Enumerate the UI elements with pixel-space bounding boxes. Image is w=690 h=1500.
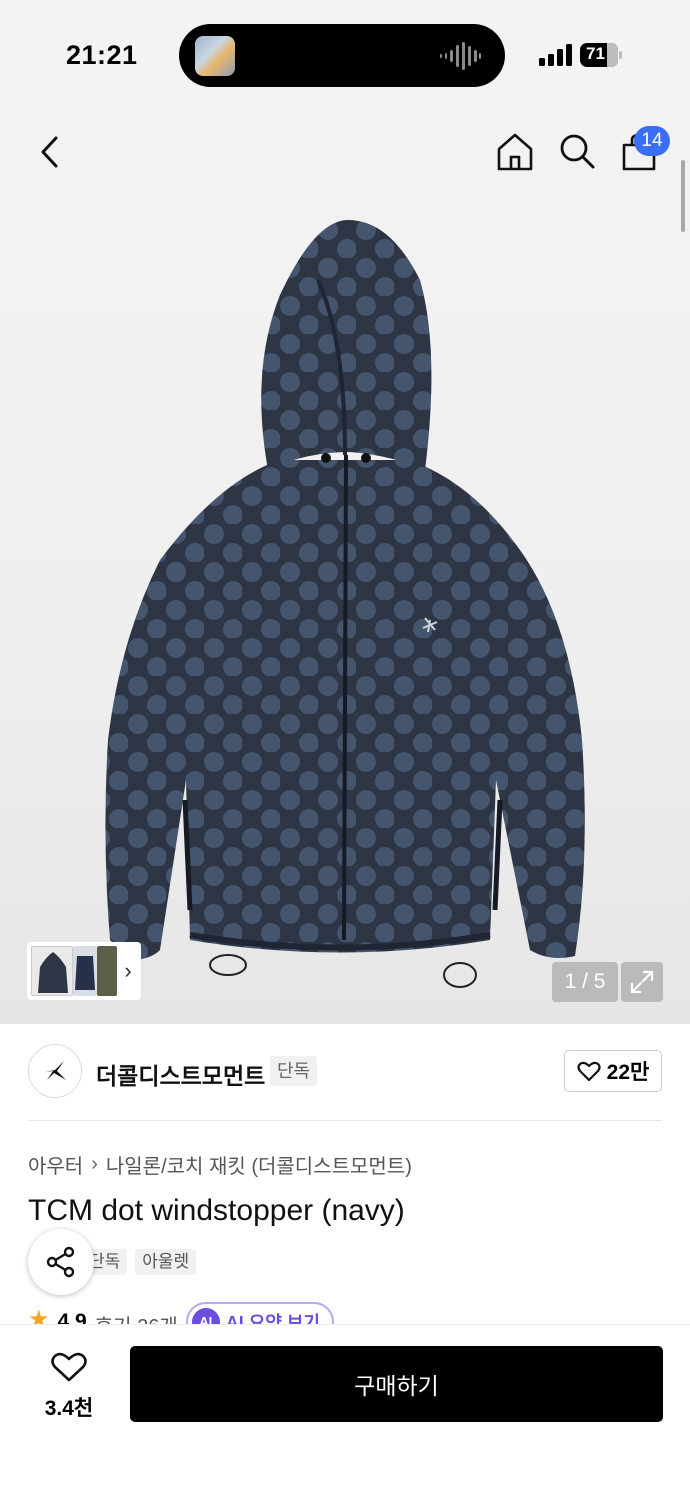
thumbnail-2[interactable]	[73, 946, 97, 996]
tag-outlet: 아울렛	[135, 1249, 197, 1275]
product-image[interactable]	[90, 220, 600, 1010]
breadcrumb-subcategory[interactable]: 나일론/코치 재킷 (더콜디스트모먼트)	[106, 1150, 412, 1179]
breadcrumb: 아우터 › 나일론/코치 재킷 (더콜디스트모먼트)	[28, 1150, 412, 1179]
search-button[interactable]	[556, 130, 598, 172]
thumbnail-1[interactable]	[31, 946, 73, 996]
battery-percent: 71	[586, 44, 605, 63]
bottom-action-bar: 3.4천 구매하기	[0, 1324, 690, 1500]
wishlist-count: 3.4천	[44, 1397, 94, 1420]
audio-waveform-icon	[440, 42, 481, 70]
home-button[interactable]	[494, 130, 536, 174]
cellular-signal-icon	[539, 44, 572, 66]
chevron-right-icon: ›	[91, 1153, 98, 1175]
heart-icon	[51, 1352, 87, 1382]
back-button[interactable]	[30, 132, 70, 172]
share-button[interactable]	[28, 1229, 94, 1295]
product-tags: 단독 아울렛	[82, 1249, 197, 1275]
star-icon: ★	[28, 1306, 50, 1325]
rating-value: 4.9	[57, 1310, 87, 1324]
search-icon	[560, 134, 595, 169]
review-count[interactable]: 후기 26개	[95, 1310, 178, 1324]
ai-summary-button[interactable]: AI AI 요약 보기	[185, 1302, 334, 1324]
chevron-left-icon	[41, 136, 58, 168]
heart-icon	[577, 1061, 601, 1082]
product-gallery[interactable]: 14 › 1 / 5	[0, 110, 690, 1024]
buy-button[interactable]: 구매하기	[130, 1346, 663, 1422]
status-time: 21:21	[66, 40, 138, 70]
brand-logo[interactable]	[28, 1044, 82, 1098]
home-icon	[497, 133, 533, 171]
thumbnail-3[interactable]	[97, 946, 117, 996]
chevron-right-icon[interactable]: ›	[117, 958, 139, 984]
status-bar: 21:21 71	[0, 0, 690, 110]
dynamic-island[interactable]	[179, 24, 505, 87]
ai-icon: AI	[191, 1308, 220, 1324]
divider	[28, 1120, 662, 1121]
brand-like-count: 22만	[606, 1061, 650, 1084]
scrollbar[interactable]	[681, 160, 685, 232]
breadcrumb-category[interactable]: 아우터	[28, 1150, 83, 1179]
share-icon	[46, 1246, 75, 1278]
product-title: TCM dot windstopper (navy)	[28, 1194, 405, 1227]
thumbnail-strip[interactable]: ›	[27, 942, 141, 1000]
expand-icon	[630, 970, 654, 994]
cart-count-badge: 14	[634, 126, 670, 156]
fullscreen-button[interactable]	[621, 962, 663, 1002]
brand-name[interactable]: 더콜디스트모먼트	[96, 1057, 265, 1091]
rating-row: ★ 4.9 후기 26개 AI AI 요약 보기	[28, 1302, 428, 1324]
brand-like-button[interactable]: 22만	[564, 1050, 662, 1092]
exclusive-tag: 단독	[270, 1056, 318, 1086]
battery-icon: 71	[580, 43, 618, 67]
brand-row: 더콜디스트모먼트 단독 22만	[28, 1044, 662, 1100]
ai-summary-label: AI 요약 보기	[225, 1313, 320, 1324]
wishlist-button[interactable]: 3.4천	[30, 1351, 108, 1422]
battery-indicator: 71	[580, 43, 622, 67]
now-playing-artwork	[195, 36, 235, 76]
page-indicator: 1 / 5	[552, 962, 618, 1002]
brand-star-logo-icon	[45, 1061, 66, 1080]
